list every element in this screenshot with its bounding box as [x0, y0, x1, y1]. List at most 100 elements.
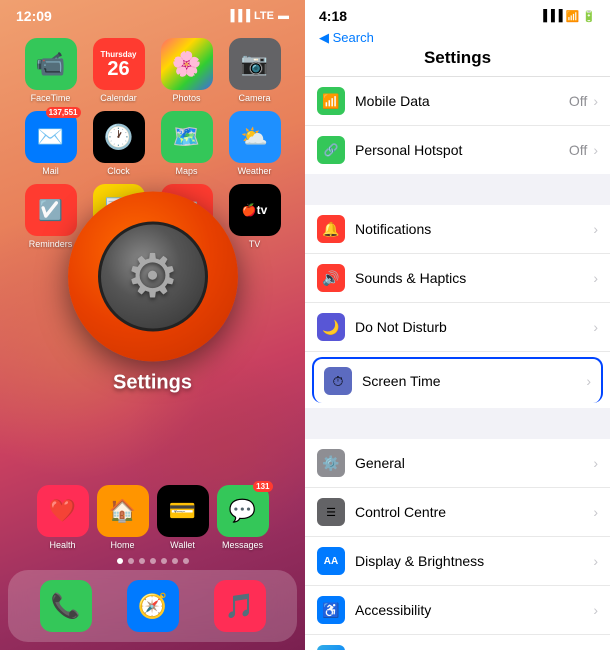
dot-3 — [139, 558, 145, 564]
messages-icon: 💬 131 — [217, 485, 269, 537]
item-screen-time[interactable]: ⏱ Screen Time › — [312, 357, 603, 403]
control-centre-label: Control Centre — [355, 504, 593, 520]
item-personal-hotspot[interactable]: 🔗 Personal Hotspot Off › — [305, 126, 610, 174]
app-home[interactable]: 🏠 Home — [97, 485, 149, 550]
app-facetime[interactable]: 📹 FaceTime — [21, 38, 81, 103]
bottom-app-row: ❤️ Health 🏠 Home 💳 Wallet 💬 131 Messages — [0, 485, 305, 550]
health-icon: ❤️ — [37, 485, 89, 537]
mobile-data-value: Off — [569, 93, 587, 109]
item-notifications[interactable]: 🔔 Notifications › — [305, 205, 610, 254]
app-health[interactable]: ❤️ Health — [37, 485, 89, 550]
accessibility-icon: ♿ — [317, 596, 345, 624]
dock-area: 📞 🧭 🎵 — [0, 552, 305, 650]
app-calendar[interactable]: Thursday 26 Calendar — [89, 38, 149, 103]
messages-label: Messages — [222, 540, 263, 550]
item-do-not-disturb[interactable]: 🌙 Do Not Disturb › — [305, 303, 610, 352]
item-sounds-haptics[interactable]: 🔊 Sounds & Haptics › — [305, 254, 610, 303]
settings-status-bar: 4:18 ▐▐▐ 📶 🔋 — [305, 0, 610, 28]
general-label: General — [355, 455, 593, 471]
facetime-label: FaceTime — [31, 93, 71, 103]
dock-phone[interactable]: 📞 — [40, 580, 92, 632]
sounds-label: Sounds & Haptics — [355, 270, 593, 286]
maps-icon: 🗺️ — [161, 111, 213, 163]
camera-icon: 📷 — [229, 38, 281, 90]
app-maps[interactable]: 🗺️ Maps — [157, 111, 217, 176]
notifications-icon: 🔔 — [317, 215, 345, 243]
mobile-data-icon: 📶 — [317, 87, 345, 115]
home-screen: 12:09 ▐▐▐ LTE ▬ 📹 FaceTime Thursday 26 C… — [0, 0, 305, 650]
mobile-data-label: Mobile Data — [355, 93, 569, 109]
back-button[interactable]: ◀ Search — [319, 30, 374, 46]
gear-symbol: ⚙ — [126, 241, 180, 311]
camera-label: Camera — [238, 93, 270, 103]
display-symbol: AA — [324, 556, 338, 567]
settings-circle: ⚙ — [68, 191, 238, 361]
mail-icon: ✉️ 137,551 — [25, 111, 77, 163]
item-control-centre[interactable]: ☰ Control Centre › — [305, 488, 610, 537]
gear-icon: ⚙ — [98, 221, 208, 331]
item-display-brightness[interactable]: AA Display & Brightness › — [305, 537, 610, 586]
settings-overlay[interactable]: ⚙ Settings — [68, 191, 238, 394]
accessibility-chevron: › — [593, 602, 598, 618]
nav-bar: ◀ Search Settings — [305, 28, 610, 77]
maps-label: Maps — [175, 166, 197, 176]
item-general[interactable]: ⚙️ General › — [305, 439, 610, 488]
display-chevron: › — [593, 553, 598, 569]
app-mail[interactable]: ✉️ 137,551 Mail — [21, 111, 81, 176]
app-camera[interactable]: 📷 Camera — [225, 38, 285, 103]
hotspot-icon: 🔗 — [317, 136, 345, 164]
app-photos[interactable]: 🌸 Photos — [157, 38, 217, 103]
item-wallpaper[interactable]: 🖼 Wallpaper › — [305, 635, 610, 650]
control-centre-symbol: ☰ — [326, 506, 336, 519]
photos-label: Photos — [172, 93, 200, 103]
weather-label: Weather — [238, 166, 272, 176]
general-chevron: › — [593, 455, 598, 471]
battery-icon: ▬ — [278, 10, 289, 22]
settings-app-label: Settings — [113, 371, 192, 394]
dot-2 — [128, 558, 134, 564]
general-icon: ⚙️ — [317, 449, 345, 477]
mail-badge: 137,551 — [46, 107, 81, 118]
settings-battery-icon: 🔋 — [582, 10, 596, 23]
app-clock[interactable]: 🕐 Clock — [89, 111, 149, 176]
messages-badge: 131 — [253, 481, 272, 492]
app-weather[interactable]: ⛅ Weather — [225, 111, 285, 176]
section-general: ⚙️ General › ☰ Control Centre › AA Displ… — [305, 439, 610, 650]
home-label: Home — [110, 540, 134, 550]
page-dots — [0, 552, 305, 570]
screen-time-symbol: ⏱ — [333, 373, 344, 390]
screen-time-label: Screen Time — [362, 373, 586, 389]
wallet-icon: 💳 — [157, 485, 209, 537]
hotspot-symbol: 🔗 — [324, 143, 339, 157]
hotspot-value: Off — [569, 142, 587, 158]
display-label: Display & Brightness — [355, 553, 593, 569]
screen-time-icon: ⏱ — [324, 367, 352, 395]
apple-tv-label: TV — [249, 239, 261, 249]
facetime-icon: 📹 — [25, 38, 77, 90]
mobile-data-chevron: › — [593, 93, 598, 109]
dock-safari[interactable]: 🧭 — [127, 580, 179, 632]
clock-icon: 🕐 — [93, 111, 145, 163]
dock-music[interactable]: 🎵 — [214, 580, 266, 632]
accessibility-label: Accessibility — [355, 602, 593, 618]
display-icon: AA — [317, 547, 345, 575]
item-mobile-data[interactable]: 📶 Mobile Data Off › — [305, 77, 610, 126]
sounds-chevron: › — [593, 270, 598, 286]
settings-wifi-icon: 📶 — [566, 10, 580, 23]
section-connectivity: 📶 Mobile Data Off › 🔗 Personal Hotspot O… — [305, 77, 610, 174]
settings-panel: 4:18 ▐▐▐ 📶 🔋 ◀ Search Settings 📶 Mobile … — [305, 0, 610, 650]
section-alerts: 🔔 Notifications › 🔊 Sounds & Haptics › 🌙… — [305, 205, 610, 408]
control-centre-icon: ☰ — [317, 498, 345, 526]
notifications-symbol: 🔔 — [322, 221, 339, 238]
dnd-chevron: › — [593, 319, 598, 335]
home-icon: 🏠 — [97, 485, 149, 537]
clock-label: Clock — [107, 166, 130, 176]
dot-5 — [161, 558, 167, 564]
app-messages[interactable]: 💬 131 Messages — [217, 485, 269, 550]
settings-title: Settings — [424, 48, 491, 68]
dot-7 — [183, 558, 189, 564]
item-accessibility[interactable]: ♿ Accessibility › — [305, 586, 610, 635]
app-wallet[interactable]: 💳 Wallet — [157, 485, 209, 550]
dnd-icon: 🌙 — [317, 313, 345, 341]
home-time: 12:09 — [16, 8, 52, 24]
